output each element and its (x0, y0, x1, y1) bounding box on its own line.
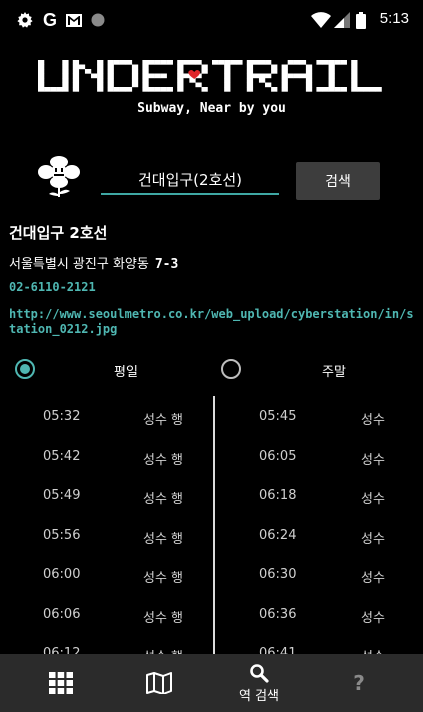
weekday-departure-time: 06:06 (43, 606, 81, 622)
map-icon (146, 672, 172, 694)
search-button[interactable]: 검색 (296, 162, 380, 200)
weekday-departure-time: 05:56 (43, 527, 81, 543)
weekend-departure-time: 06:05 (259, 448, 297, 464)
station-name: 건대입구 2호선 (9, 224, 108, 242)
weekend-destination: 성수 (361, 610, 385, 626)
nav-label-station-search: 역 검색 (238, 688, 279, 704)
weekend-departure-time: 06:18 (259, 488, 297, 503)
weekend-destination: 성수 (361, 452, 385, 468)
weekday-destination: 성수 행 (143, 452, 184, 468)
weekday-departure-time: 05:32 (43, 409, 81, 424)
nav-item-help[interactable]: ? (309, 654, 409, 712)
record-icon (90, 10, 106, 30)
station-phone-link[interactable]: 02-6110-2121 (9, 280, 96, 294)
timetable-divider (213, 396, 215, 658)
logo-letter (38, 60, 69, 92)
station-search-input[interactable] (101, 165, 279, 195)
logo-letter (316, 60, 347, 92)
gear-icon (15, 10, 35, 30)
signal-icon (333, 10, 351, 30)
google-icon: G (42, 9, 57, 30)
logo-letter (107, 60, 139, 92)
nav-item-menu[interactable] (11, 654, 111, 712)
weekend-destination: 성수 (361, 571, 385, 586)
weekday-label: 평일 (114, 365, 138, 380)
logo-letter (212, 60, 243, 92)
station-url-link[interactable]: http://www.seoulmetro.co.kr/web_upload/c… (9, 307, 419, 337)
weekday-radio[interactable] (15, 359, 35, 379)
bottom-navigation: 역 검색 ? (0, 654, 423, 712)
weekday-destination: 성수 행 (143, 610, 184, 626)
app-logo (38, 60, 382, 92)
weekday-destination: 성수 행 (143, 413, 184, 428)
station-address: 서울특별시 광진구 화양동 7-3 (9, 253, 178, 272)
logo-letter (142, 60, 173, 92)
logo-letter (351, 60, 382, 92)
logo-letter (281, 60, 313, 92)
weekday-destination: 성수 행 (143, 571, 184, 586)
gmail-icon (64, 10, 84, 30)
search-icon (250, 663, 269, 683)
grid-icon (49, 672, 73, 694)
flower-mascot-icon (38, 156, 80, 197)
weekend-destination: 성수 (361, 413, 385, 428)
status-bar: G 5:13 (0, 0, 423, 40)
weekend-departure-time: 06:30 (259, 567, 297, 582)
station-address-text: 서울특별시 광진구 화양동 (9, 257, 149, 272)
weekday-destination: 성수 행 (143, 531, 184, 547)
weekday-destination: 성수 행 (143, 492, 184, 507)
weekday-departure-time: 06:00 (43, 567, 81, 582)
clock: 5:13 (379, 10, 409, 27)
help-icon: ? (353, 671, 365, 695)
weekend-radio[interactable] (221, 359, 241, 379)
weekend-departure-time: 06:24 (259, 527, 297, 543)
weekend-departure-time: 05:45 (259, 409, 297, 424)
weekend-label: 주말 (322, 365, 346, 380)
weekday-departure-time: 05:49 (43, 488, 81, 503)
weekend-destination: 성수 (361, 531, 385, 547)
battery-icon (355, 10, 367, 30)
weekend-departure-time: 06:36 (259, 606, 297, 622)
weekday-departure-time: 05:42 (43, 448, 81, 464)
nav-item-station-search[interactable]: 역 검색 (209, 654, 309, 712)
logo-letter (246, 60, 278, 92)
logo-letter (72, 60, 104, 92)
app-tagline: Subway, Near by you (137, 101, 286, 116)
station-address-number: 7-3 (154, 257, 179, 272)
nav-item-map[interactable] (109, 654, 209, 712)
weekend-destination: 성수 (361, 492, 385, 507)
wifi-icon (310, 10, 332, 30)
